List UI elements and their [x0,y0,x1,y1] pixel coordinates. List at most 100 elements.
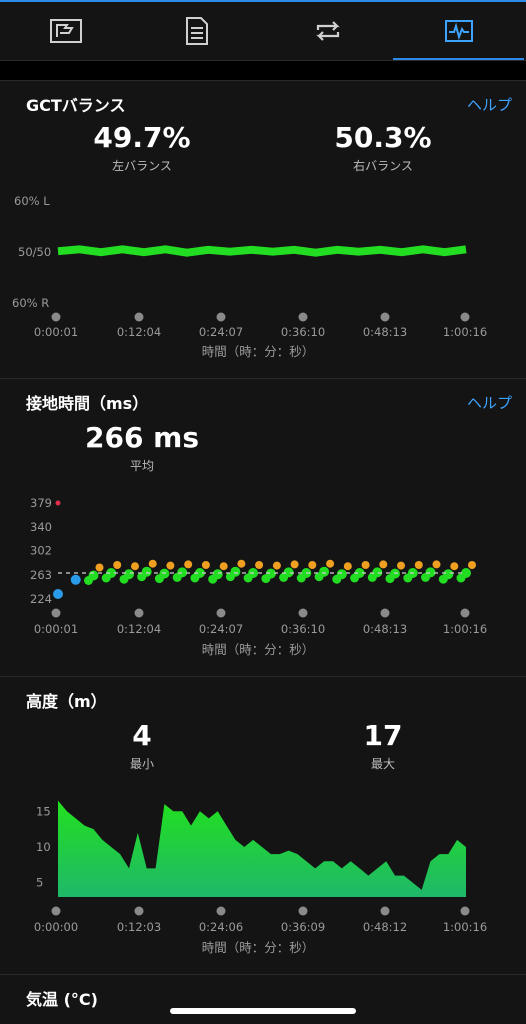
y-tick-label: 302 [30,544,52,558]
x-tick-dot [134,608,144,618]
data-point [456,573,466,583]
y-tick-label: 10 [36,840,51,854]
x-axis-title: 時間（時：分：秒） [202,940,315,955]
data-point [154,574,164,584]
home-indicator[interactable] [170,1008,356,1014]
x-tick-label: 0:00:01 [34,325,78,339]
gct-help-link[interactable]: ヘルプ [467,94,512,115]
gct-balance-chart: 60% L 50/50 60% R 0:00:01 0:12:04 0:24:07 0… [12,194,487,359]
data-point [184,560,193,569]
ground-contact-card: 接地時間（ms） ヘルプ 266 ms 平均 379 340 302 263 224 0… [0,378,526,676]
data-point [261,574,271,584]
data-point [379,560,388,569]
data-point [131,562,139,571]
data-point [432,560,441,569]
spacer [0,60,526,81]
max-marker [55,500,61,506]
x-tick-label: 0:48:12 [363,920,407,934]
data-point [385,574,395,584]
y-tick-label: 15 [36,804,51,818]
y-tick-label: 50/50 [18,245,51,259]
elevation-card: 高度（m） 4 最小 17 最大 15 10 5 0:00:00 0:12:03 0:2… [0,676,526,974]
gct-title: GCTバランス [26,96,126,115]
data-point [290,560,299,569]
tab-repeat[interactable] [262,2,393,60]
tab-bar [0,0,526,60]
charts-icon [444,20,473,42]
y-tick-label: 340 [30,520,52,534]
x-tick-dot [51,312,61,322]
x-tick-dot [216,608,226,618]
x-tick-dot [460,608,470,618]
x-tick-label: 0:00:00 [34,920,78,934]
data-point [468,561,476,569]
data-point [53,589,63,599]
elevation-min-value: 4 [132,719,152,752]
data-point [201,561,210,569]
data-point [113,561,122,569]
x-tick-dot [298,608,308,618]
elevation-max-value: 17 [363,719,403,752]
data-point [308,561,317,569]
x-tick-dot [298,312,308,322]
data-point [279,572,289,582]
x-tick-dot [51,906,61,916]
x-tick-dot [460,312,470,322]
data-point [343,562,352,571]
x-tick-label: 0:36:10 [281,325,325,339]
x-tick-dot [380,312,390,322]
data-point [119,574,129,584]
data-point [296,573,306,583]
x-tick-label: 0:12:03 [117,920,161,934]
data-point [403,573,413,583]
x-tick-label: 0:24:06 [199,920,243,934]
x-tick-label: 1:00:16 [443,622,487,636]
left-balance-label: 左バランス [112,159,172,173]
x-tick-dot [134,906,144,916]
gct-balance-card: GCTバランス ヘルプ 49.7% 左バランス 50.3% 右バランス 60% … [0,80,526,378]
data-point [438,574,448,584]
left-balance-value: 49.7% [93,121,191,154]
y-tick-label: 5 [36,876,43,890]
data-point [272,561,281,570]
elevation-min-label: 最小 [129,757,155,771]
y-tick-label: 379 [30,496,52,510]
data-point [421,572,430,582]
ground-contact-chart: 379 340 302 263 224 0:00:01 0:12:04 0:24:07 0:3… [30,496,487,657]
data-point [350,573,360,583]
x-tick-label: 0:24:07 [199,622,243,636]
data-point [326,559,335,568]
x-tick-label: 1:00:16 [443,920,487,934]
gct-time-help-link[interactable]: ヘルプ [467,392,512,413]
x-tick-dot [380,906,390,916]
x-tick-label: 0:48:13 [363,622,407,636]
data-point [237,559,246,568]
elevation-chart: 15 10 5 0:00:00 0:12:03 0:24:06 0:36:09 0:48:1… [34,800,487,955]
tab-laps[interactable] [0,2,131,60]
data-point [243,573,253,583]
gct-time-title: 接地時間（ms） [26,394,149,413]
data-point [95,563,104,572]
x-tick-dot [134,312,144,322]
tab-summary[interactable] [131,2,262,60]
data-point [361,561,370,569]
x-tick-label: 0:48:13 [363,325,407,339]
x-tick-label: 0:36:09 [281,920,325,934]
elevation-area-series [58,800,466,897]
x-tick-dot [216,906,226,916]
data-point [367,572,377,582]
y-tick-label: 224 [30,592,52,606]
x-tick-dot [380,608,390,618]
tab-charts[interactable] [393,2,524,60]
elevation-max-label: 最大 [370,757,396,771]
x-tick-label: 1:00:16 [443,325,487,339]
data-point [70,574,81,585]
x-tick-label: 0:12:04 [117,622,161,636]
data-point [166,561,175,570]
y-tick-label: 263 [30,568,52,582]
x-tick-dot [298,906,308,916]
data-point [172,572,182,582]
repeat-icon [315,21,340,41]
laps-flag-icon [49,19,82,43]
y-tick-label: 60% R [12,296,49,310]
